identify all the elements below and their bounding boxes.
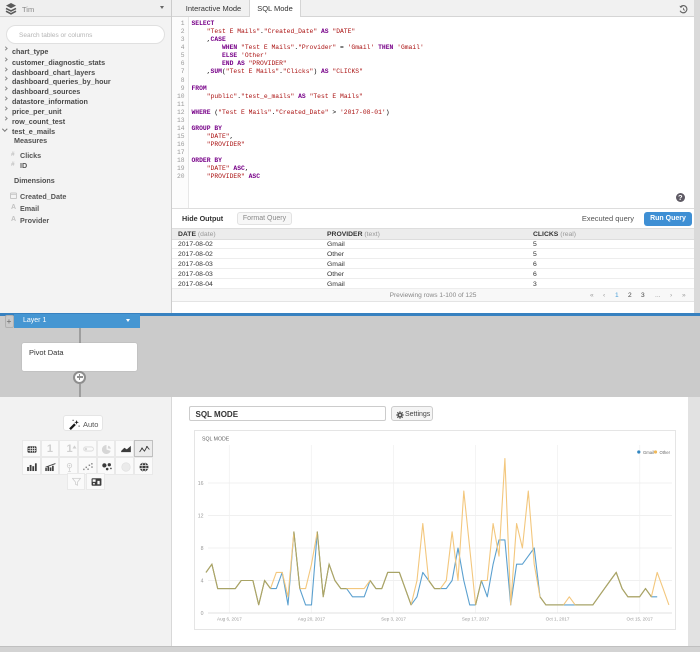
svg-text:Sep 3, 2017: Sep 3, 2017 — [381, 616, 406, 621]
svg-text:Oct 15, 2017: Oct 15, 2017 — [627, 616, 654, 621]
svg-text:8: 8 — [201, 545, 204, 551]
svg-text:4: 4 — [201, 578, 204, 584]
svg-text:Oct 1, 2017: Oct 1, 2017 — [546, 616, 570, 621]
svg-text:Gmail: Gmail — [643, 449, 654, 454]
svg-text:Aug 6, 2017: Aug 6, 2017 — [217, 616, 242, 621]
svg-text:12: 12 — [198, 513, 204, 519]
svg-text:Sep 17, 2017: Sep 17, 2017 — [462, 616, 490, 621]
svg-text:Aug 20, 2017: Aug 20, 2017 — [298, 616, 326, 621]
svg-text:16: 16 — [198, 480, 204, 486]
svg-text:Other: Other — [660, 449, 671, 454]
svg-text:SQL MODE: SQL MODE — [202, 436, 230, 442]
svg-text:0: 0 — [201, 610, 204, 616]
